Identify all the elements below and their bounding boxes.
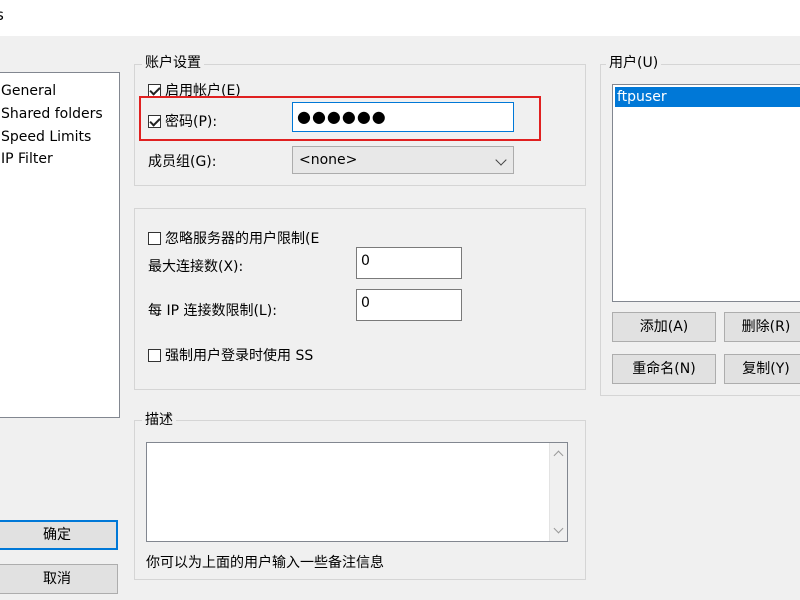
account-settings-title: 账户设置	[142, 54, 204, 72]
description-hint: 你可以为上面的用户输入一些备注信息	[146, 555, 384, 571]
max-connections-input[interactable]: 0	[356, 247, 462, 279]
scroll-down-icon[interactable]	[553, 523, 564, 534]
password-checkbox[interactable]: 密码(P):	[148, 111, 217, 131]
rename-user-button[interactable]: 重命名(N)	[612, 354, 716, 384]
delete-user-button[interactable]: 删除(R)	[724, 312, 800, 342]
page-list[interactable]: General Shared folders Speed Limits IP F…	[0, 72, 120, 418]
enable-account-check-icon[interactable]	[148, 83, 161, 97]
page-item-shared-folders[interactable]: Shared folders	[1, 104, 103, 124]
cancel-button[interactable]: 取消	[0, 564, 118, 594]
password-input[interactable]: ●●●●●●	[292, 102, 514, 132]
window-title: s	[0, 6, 4, 24]
scroll-up-icon[interactable]	[553, 450, 564, 461]
member-group-label: 成员组(G):	[148, 154, 217, 170]
per-ip-limit-label: 每 IP 连接数限制(L):	[148, 303, 277, 319]
user-item[interactable]: ftpuser	[615, 87, 800, 107]
ignore-server-limits-check-icon[interactable]	[148, 231, 161, 245]
member-group-select[interactable]: <none>	[292, 146, 514, 174]
ignore-server-limits-checkbox[interactable]: 忽略服务器的用户限制(E	[148, 228, 345, 248]
ok-button[interactable]: 确定	[0, 520, 118, 550]
add-user-button[interactable]: 添加(A)	[612, 312, 716, 342]
title-bar: s	[0, 0, 800, 36]
description-scrollbar[interactable]	[549, 443, 567, 541]
per-ip-limit-input[interactable]: 0	[356, 289, 462, 321]
max-connections-label: 最大连接数(X):	[148, 259, 244, 275]
force-ssl-checkbox[interactable]: 强制用户登录时使用 SS	[148, 345, 335, 365]
chevron-down-icon[interactable]	[495, 154, 507, 166]
password-check-icon[interactable]	[148, 114, 161, 128]
description-title: 描述	[142, 411, 176, 429]
force-ssl-label: 强制用户登录时使用 SS	[165, 348, 314, 364]
description-textarea[interactable]	[146, 442, 568, 542]
force-ssl-check-icon[interactable]	[148, 348, 161, 362]
password-label: 密码(P):	[165, 114, 218, 130]
page-item-general[interactable]: General	[1, 81, 56, 101]
page-item-ip-filter[interactable]: IP Filter	[1, 149, 53, 169]
member-group-value: <none>	[299, 152, 358, 168]
copy-user-button[interactable]: 复制(Y)	[724, 354, 800, 384]
page-item-speed-limits[interactable]: Speed Limits	[1, 127, 91, 147]
users-title: 用户(U)	[606, 54, 662, 72]
ignore-server-limits-label: 忽略服务器的用户限制(E	[165, 231, 320, 247]
user-list[interactable]: ftpuser	[612, 84, 800, 302]
